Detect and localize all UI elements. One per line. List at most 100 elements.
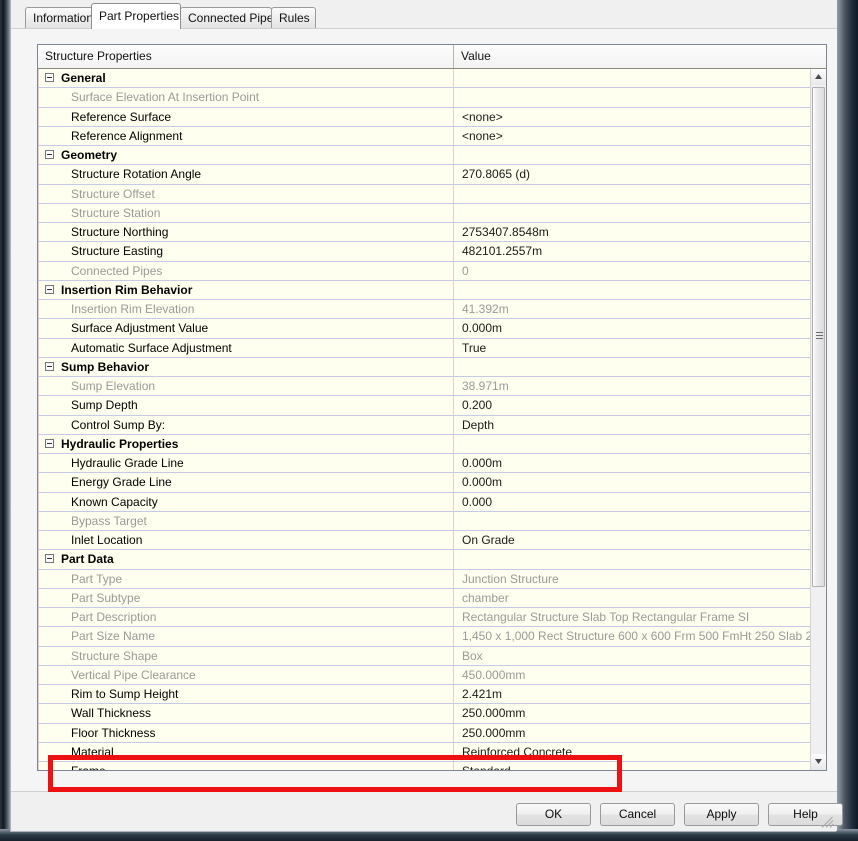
grid-property-row[interactable]: Part Subtype chamber: [38, 588, 826, 608]
grid-property-row[interactable]: Control Sump By: Depth: [38, 415, 826, 435]
property-name-cell[interactable]: Surface Adjustment Value: [38, 319, 454, 338]
grid-vertical-scrollbar[interactable]: [810, 69, 826, 770]
grid-group-row[interactable]: Insertion Rim Behavior: [38, 280, 826, 300]
property-name-cell[interactable]: Inlet Location: [38, 531, 454, 550]
property-value-cell[interactable]: 250.000mm: [454, 704, 810, 722]
property-name-cell[interactable]: Structure Northing: [38, 223, 454, 242]
grid-property-row[interactable]: Energy Grade Line 0.000m: [38, 473, 826, 493]
property-value-cell[interactable]: 270.8065 (d): [454, 165, 810, 183]
property-value-cell[interactable]: [454, 281, 810, 299]
property-value-cell[interactable]: [454, 185, 810, 203]
grid-group-row[interactable]: General: [38, 69, 826, 89]
property-value-cell[interactable]: Depth: [454, 416, 810, 434]
property-name-cell[interactable]: Automatic Surface Adjustment: [38, 338, 454, 357]
property-name-cell[interactable]: Wall Thickness: [38, 704, 454, 723]
property-value-cell[interactable]: [454, 358, 810, 376]
property-name-cell[interactable]: Reference Surface: [38, 107, 454, 126]
grid-property-row[interactable]: Frame Standard: [38, 762, 826, 770]
property-name-cell[interactable]: Material: [38, 742, 454, 761]
property-name-cell[interactable]: Part Data: [38, 550, 454, 569]
apply-button[interactable]: Apply: [684, 803, 759, 826]
property-name-cell[interactable]: Known Capacity: [38, 492, 454, 511]
property-value-cell[interactable]: 38.971m: [454, 377, 810, 395]
property-name-cell[interactable]: Connected Pipes: [38, 261, 454, 280]
property-name-cell[interactable]: Vertical Pipe Clearance: [38, 665, 454, 684]
grid-group-row[interactable]: Geometry: [38, 146, 826, 166]
property-value-cell[interactable]: 0.000: [454, 493, 810, 511]
property-value-cell[interactable]: Standard: [454, 762, 810, 770]
property-name-cell[interactable]: Surface Elevation At Insertion Point: [38, 88, 454, 107]
property-value-cell[interactable]: [454, 204, 810, 222]
property-value-cell[interactable]: Reinforced Concrete: [454, 743, 810, 761]
property-value-cell[interactable]: [454, 146, 810, 164]
grid-property-row[interactable]: Part Type Junction Structure: [38, 569, 826, 589]
property-name-cell[interactable]: General: [38, 69, 454, 88]
grid-property-row[interactable]: Inlet Location On Grade: [38, 531, 826, 551]
property-name-cell[interactable]: Hydraulic Properties: [38, 434, 454, 453]
property-value-cell[interactable]: 250.000mm: [454, 724, 810, 742]
property-name-cell[interactable]: Structure Rotation Angle: [38, 165, 454, 184]
grid-property-row[interactable]: Connected Pipes 0: [38, 261, 826, 281]
grid-property-row[interactable]: Material Reinforced Concrete: [38, 742, 826, 762]
collapse-minus-icon[interactable]: [45, 150, 54, 159]
property-value-cell[interactable]: [454, 550, 810, 568]
property-name-cell[interactable]: Part Description: [38, 608, 454, 627]
property-value-cell[interactable]: 0.000m: [454, 454, 810, 472]
grid-property-row[interactable]: Part Description Rectangular Structure Sl…: [38, 608, 826, 628]
property-value-cell[interactable]: [454, 69, 810, 87]
grid-property-row[interactable]: Known Capacity 0.000: [38, 492, 826, 512]
property-value-cell[interactable]: Rectangular Structure Slab Top Rectangul…: [454, 608, 810, 626]
grid-property-row[interactable]: Sump Elevation 38.971m: [38, 377, 826, 397]
grid-property-row[interactable]: Structure Easting 482101.2557m: [38, 242, 826, 262]
grid-property-row[interactable]: Surface Elevation At Insertion Point: [38, 88, 826, 108]
grid-property-row[interactable]: Structure Rotation Angle 270.8065 (d): [38, 165, 826, 185]
property-name-cell[interactable]: Rim to Sump Height: [38, 685, 454, 704]
property-value-cell[interactable]: [454, 512, 810, 530]
property-name-cell[interactable]: Insertion Rim Elevation: [38, 300, 454, 319]
property-name-cell[interactable]: Energy Grade Line: [38, 473, 454, 492]
property-value-cell[interactable]: 0.000m: [454, 473, 810, 491]
property-value-cell[interactable]: 482101.2557m: [454, 242, 810, 260]
grid-group-row[interactable]: Part Data: [38, 550, 826, 570]
tab-rules[interactable]: Rules: [271, 7, 316, 28]
property-name-cell[interactable]: Hydraulic Grade Line: [38, 454, 454, 473]
grid-property-row[interactable]: Reference Surface <none>: [38, 107, 826, 127]
property-name-cell[interactable]: Structure Offset: [38, 184, 454, 203]
property-value-cell[interactable]: Box: [454, 647, 810, 665]
grid-property-row[interactable]: Structure Shape Box: [38, 646, 826, 666]
property-name-cell[interactable]: Sump Behavior: [38, 357, 454, 376]
property-value-cell[interactable]: 0: [454, 262, 810, 280]
property-value-cell[interactable]: 1,450 x 1,000 Rect Structure 600 x 600 F…: [454, 627, 810, 645]
grid-property-row[interactable]: Automatic Surface Adjustment True: [38, 338, 826, 358]
property-value-cell[interactable]: [454, 435, 810, 453]
dialog-resize-grip-icon[interactable]: [821, 815, 835, 829]
column-header-structure-properties[interactable]: Structure Properties: [38, 45, 454, 68]
property-value-cell[interactable]: 2.421m: [454, 685, 810, 703]
property-value-cell[interactable]: <none>: [454, 127, 810, 145]
property-name-cell[interactable]: Sump Depth: [38, 396, 454, 415]
property-name-cell[interactable]: Structure Shape: [38, 646, 454, 665]
property-value-cell[interactable]: 2753407.8548m: [454, 223, 810, 241]
tab-part-properties[interactable]: Part Properties: [91, 3, 181, 29]
tab-connected-pipes[interactable]: Connected Pipes: [180, 7, 279, 28]
property-value-cell[interactable]: [454, 88, 810, 106]
property-value-cell[interactable]: 450.000mm: [454, 666, 810, 684]
property-name-cell[interactable]: Reference Alignment: [38, 126, 454, 145]
grid-property-row[interactable]: Sump Depth 0.200: [38, 396, 826, 416]
property-name-cell[interactable]: Part Size Name: [38, 627, 454, 646]
property-name-cell[interactable]: Structure Easting: [38, 242, 454, 261]
collapse-minus-icon[interactable]: [45, 438, 54, 448]
property-value-cell[interactable]: 0.200: [454, 396, 810, 414]
grid-property-row[interactable]: Insertion Rim Elevation 41.392m: [38, 300, 826, 320]
collapse-minus-icon[interactable]: [45, 284, 54, 294]
property-name-cell[interactable]: Control Sump By:: [38, 415, 454, 434]
property-name-cell[interactable]: Part Subtype: [38, 588, 454, 607]
tab-information[interactable]: Information: [25, 7, 99, 28]
grid-property-row[interactable]: Structure Northing 2753407.8548m: [38, 223, 826, 243]
grid-property-row[interactable]: Reference Alignment <none>: [38, 126, 826, 146]
grid-property-row[interactable]: Rim to Sump Height 2.421m: [38, 685, 826, 705]
grid-property-row[interactable]: Surface Adjustment Value 0.000m: [38, 319, 826, 339]
property-name-cell[interactable]: Floor Thickness: [38, 723, 454, 742]
grid-group-row[interactable]: Hydraulic Properties: [38, 434, 826, 454]
column-header-value[interactable]: Value: [454, 45, 810, 68]
